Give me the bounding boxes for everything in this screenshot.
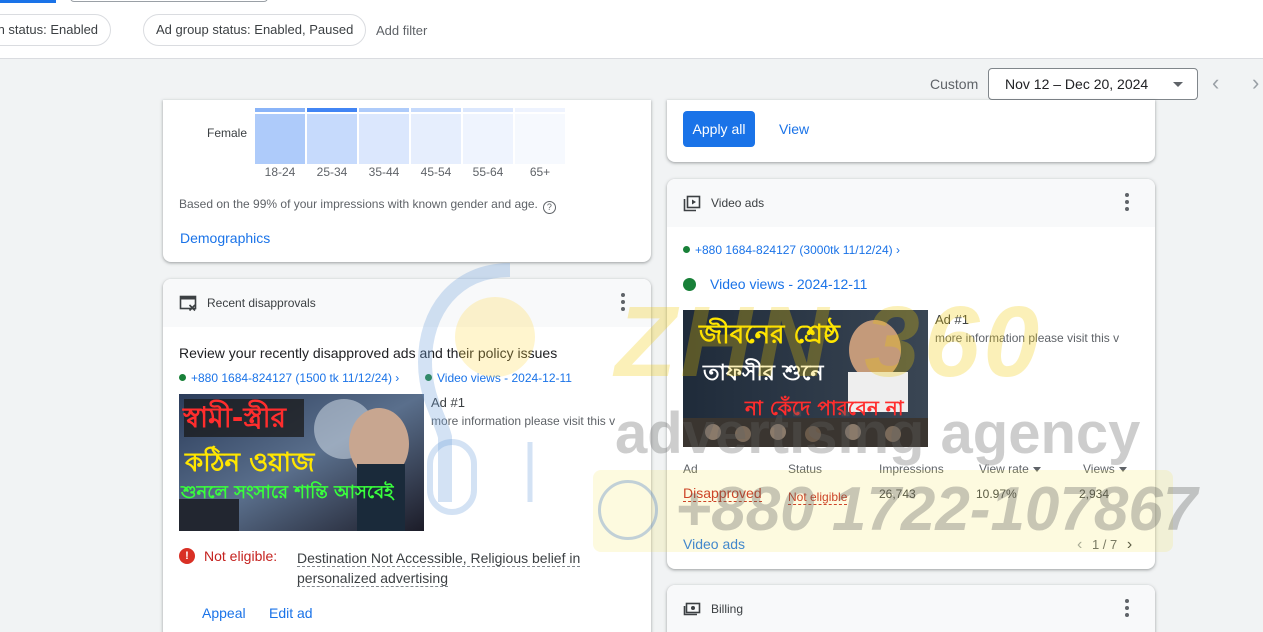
demographics-note: Based on the 99% of your impressions wit… [179,197,556,214]
ad-group-link[interactable]: Video views - 2024-12-11 [683,276,867,292]
demographics-card: Female 18-24 25-34 35-44 45-54 55-64 65+… [163,100,651,262]
card-title: Video ads [711,196,765,210]
chevron-right-icon[interactable]: › [1127,536,1132,553]
more-vert-icon[interactable] [1125,599,1129,617]
video-icon [683,195,701,212]
impressions-cell: 26,743 [879,487,916,501]
card-header: Video ads [667,179,1155,227]
error-icon: ! [179,548,195,564]
ad-description: more information please visit this v [431,414,616,428]
edit-ad-button[interactable]: Edit ad [269,605,313,621]
campaign-breadcrumb[interactable]: +880 1684-824127 (3000tk 11/12/24) › [683,243,900,257]
ad-status-cell[interactable]: Disapproved [683,485,762,502]
demographics-link[interactable]: Demographics [180,230,270,246]
column-header-status[interactable]: Status [788,462,822,476]
date-range-type: Custom [930,76,979,92]
disapprovals-headline: Review your recently disapproved ads and… [179,345,558,361]
chevron-right-icon[interactable]: › [1252,72,1259,94]
dropdown-icon [1173,82,1183,87]
ad-thumbnail[interactable]: জীবনের শ্রেষ্ঠ তাফসীর শুনে না কেঁদে পারব… [683,310,928,447]
column-header-view-rate[interactable]: View rate [979,462,1041,476]
ad-number: Ad #1 [935,312,969,327]
age-heatmap [255,108,567,164]
column-header-views[interactable]: Views [1083,462,1127,476]
heatmap-cell-35-44 [359,108,409,164]
enabled-dot [179,374,186,381]
age-label: 55-64 [472,165,504,179]
more-vert-icon[interactable] [621,293,625,311]
date-range-value: Nov 12 – Dec 20, 2024 [1005,76,1149,92]
disapproval-icon [179,295,197,312]
ad-number: Ad #1 [431,395,465,410]
date-range-select[interactable]: Nov 12 – Dec 20, 2024 [988,68,1198,100]
billing-icon [683,602,701,616]
view-button[interactable]: View [779,121,809,137]
heatmap-cell-25-34 [307,108,357,164]
card-header: Billing [667,585,1155,632]
heatmap-cell-65-plus [515,108,565,164]
column-header-impressions[interactable]: Impressions [879,462,944,476]
female-row-label: Female [207,126,248,140]
age-label: 65+ [529,165,551,179]
ad-group-breadcrumb[interactable]: Video views - 2024-12-11 [425,371,572,385]
more-vert-icon[interactable] [1125,193,1129,211]
chevron-left-icon[interactable]: ‹ [1212,72,1219,94]
view-rate-cell: 10.97% [976,487,1017,501]
card-header: Recent disapprovals [163,279,651,327]
thumbnail-line-3: শুনলে সংসারে শান্তি আসবেই [181,482,394,503]
age-label: 18-24 [264,165,296,179]
ad-thumbnail[interactable]: স্বামী-স্ত্রীর কঠিন ওয়াজ শুনলে সংসারে শ… [179,394,424,531]
thumbnail-line-1: জীবনের শ্রেষ্ঠ [699,320,840,350]
heatmap-cell-18-24 [255,108,305,164]
sort-icon [1118,467,1127,472]
filter-bar: paign status: Enabled Ad group status: E… [0,0,1263,59]
recommendations-card: Apply all View [667,100,1155,162]
sort-icon [1032,467,1041,472]
enabled-dot [425,374,432,381]
help-icon[interactable]: ? [542,201,556,214]
eligibility-cell[interactable]: Not eligible [788,490,848,505]
chevron-left-icon[interactable]: ‹ [1077,536,1082,553]
age-axis: 18-24 25-34 35-44 45-54 55-64 65+ [255,165,567,181]
ad-group-status-filter-chip[interactable]: Ad group status: Enabled, Paused [143,14,367,46]
campaign-breadcrumb[interactable]: +880 1684-824127 (1500 tk 11/12/24) › [179,371,399,385]
top-control[interactable] [70,0,268,2]
age-label: 45-54 [420,165,452,179]
card-title: Billing [711,602,744,616]
add-filter-button[interactable]: Add filter [376,23,427,38]
eligibility-status: Not eligible: [204,548,278,564]
selected-indicator [0,0,56,3]
enabled-dot [683,278,696,291]
heatmap-cell-45-54 [411,108,461,164]
campaign-status-filter-chip[interactable]: paign status: Enabled [0,14,112,46]
age-label: 25-34 [316,165,348,179]
views-cell: 2,934 [1079,487,1110,501]
apply-all-button[interactable]: Apply all [683,111,755,147]
age-label: 35-44 [368,165,400,179]
video-ads-link[interactable]: Video ads [683,536,745,552]
column-header-ad[interactable]: Ad [683,462,698,476]
thumbnail-line-3: না কেঁদে পারবেন না [745,396,904,420]
date-range-row: Custom Nov 12 – Dec 20, 2024 ‹ › [0,68,1263,100]
page-indicator: 1 / 7 [1091,537,1118,552]
enabled-dot [683,246,690,253]
billing-card: Billing [667,585,1155,632]
policy-reason[interactable]: Destination Not Accessible, Religious be… [297,548,597,588]
recent-disapprovals-card: Recent disapprovals Review your recently… [163,279,651,632]
ad-description: more information please visit this v [935,331,1120,345]
pagination: ‹ 1 / 7 › [1077,536,1132,554]
video-ads-card: Video ads +880 1684-824127 (3000tk 11/12… [667,179,1155,569]
thumbnail-line-1: স্বামী-স্ত্রীর [183,401,287,434]
heatmap-cell-55-64 [463,108,513,164]
thumbnail-line-2: তাফসীর শুনে [703,361,824,386]
card-title: Recent disapprovals [207,296,316,310]
appeal-button[interactable]: Appeal [202,605,246,621]
